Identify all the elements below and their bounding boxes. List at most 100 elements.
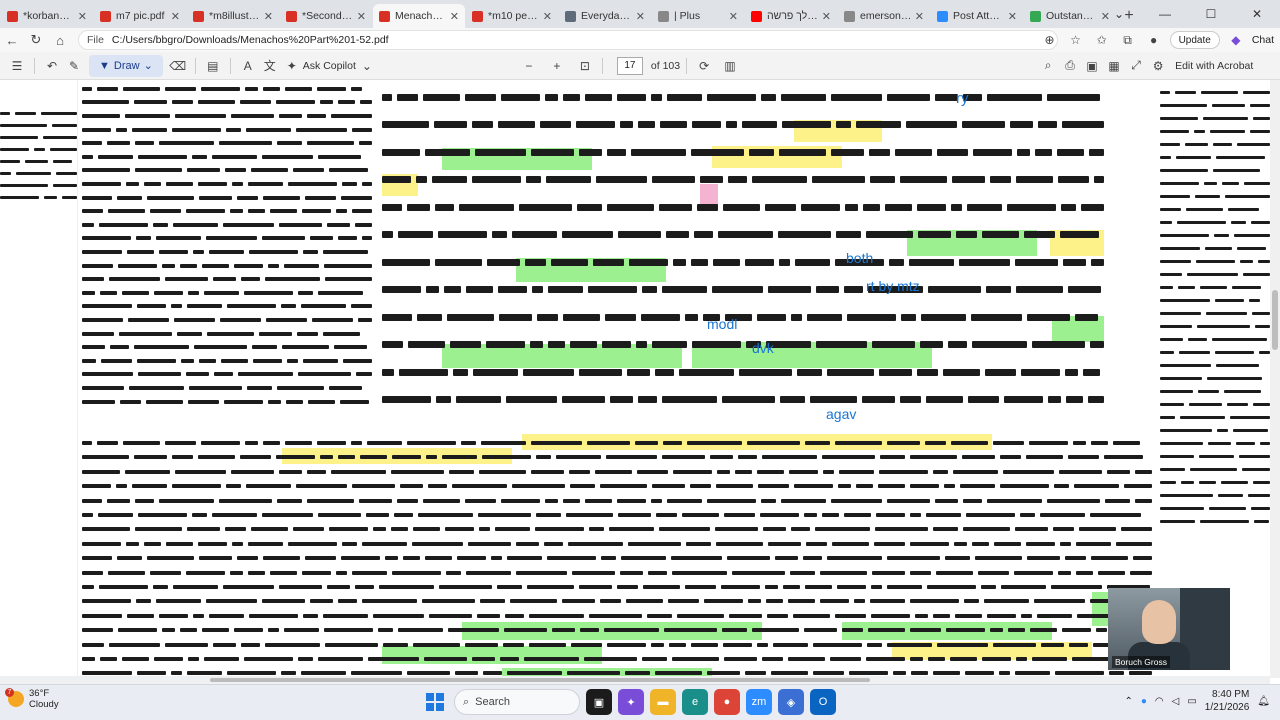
vertical-scrollbar[interactable] [1270,80,1280,678]
close-tab-icon[interactable]: ✕ [78,10,87,23]
browser-tab[interactable]: Menachos Part✕ [373,4,465,28]
close-tab-icon[interactable]: ✕ [450,10,459,23]
task-view-icon[interactable]: ▣ [586,689,612,715]
battery-icon[interactable]: ▭ [1187,696,1196,707]
close-tab-icon[interactable]: ✕ [543,10,552,23]
close-tab-icon[interactable]: ✕ [171,10,180,23]
collections-icon[interactable]: ⧉ [1118,30,1138,50]
update-button[interactable]: Update [1169,31,1220,49]
fit-page-icon[interactable]: ⊡ [574,55,596,77]
chevron-up-icon[interactable]: ⌃ [1124,696,1132,707]
text-icon[interactable]: ▤ [202,55,224,77]
hebrew-word [629,258,668,266]
close-tab-icon[interactable]: ✕ [636,10,645,23]
url-scheme-label: File [87,34,104,46]
translate-icon[interactable]: 文 [259,55,281,77]
outlook-icon[interactable]: O [810,689,836,715]
hebrew-word [324,263,372,268]
hebrew-word [667,498,702,503]
clock[interactable]: 8:40 PM 1/21/2026 [1205,688,1250,714]
browser-tab[interactable]: emersonpm.m✕ [838,4,930,28]
hebrew-word [301,671,346,676]
notifications-icon[interactable]: 🔔︎ [1257,696,1270,707]
start-icon[interactable] [422,689,448,715]
zoom-out-button[interactable]: − [518,55,540,77]
close-tab-icon[interactable]: ✕ [822,10,831,23]
browser-tab[interactable]: *Second Temp✕ [280,4,372,28]
browser-tab[interactable]: Post Attendee✕ [931,4,1023,28]
url-field[interactable]: File C:/Users/bbgro/Downloads/Menachos%2… [78,30,1058,50]
browser-tab[interactable]: | Plus ✕ [652,4,744,28]
horizontal-scrollbar[interactable] [0,676,1270,684]
zoom-tray-icon[interactable]: ● [1141,696,1147,707]
copilot-icon[interactable]: ✦ [281,55,303,77]
hebrew-word [567,671,620,676]
weather-widget[interactable]: 7 36°F Cloudy [5,688,59,710]
fullscreen-icon[interactable]: ⤢ [1125,55,1147,77]
hebrew-word [1250,103,1270,107]
scrollbar-thumb[interactable] [210,678,870,682]
browser-tab[interactable]: *m8illustrati ✕ [187,4,279,28]
edge-browser-icon[interactable]: e [682,689,708,715]
close-tab-icon[interactable]: ✕ [1008,10,1017,23]
wifi-icon[interactable]: ◠ [1155,696,1164,707]
close-tab-icon[interactable]: ✕ [915,10,924,23]
video-call-thumbnail[interactable]: Boruch Gross [1108,588,1230,670]
copilot-app-icon[interactable]: ✦ [618,689,644,715]
close-tab-icon[interactable]: ✕ [729,10,738,23]
maximize-button[interactable]: ☐ [1188,0,1234,28]
save-as-icon[interactable]: ▦ [1103,55,1125,77]
settings-icon[interactable]: ⚙ [1147,55,1169,77]
scrollbar-thumb[interactable] [1272,290,1278,350]
edit-with-acrobat-button[interactable]: Edit with Acrobat [1175,60,1253,72]
chrome-icon[interactable]: ● [714,689,740,715]
speaker-icon[interactable]: ◁ [1172,696,1180,707]
home-icon[interactable]: ⌂ [48,28,72,52]
star-icon[interactable]: ☆ [1066,30,1086,50]
hebrew-word [951,441,988,446]
window-controls: ⌄ — ☐ ✕ [1096,0,1280,28]
hebrew-word [399,368,448,376]
undo-icon[interactable]: ↶ [41,55,63,77]
hebrew-word [461,441,476,446]
zoom-app-icon[interactable]: zm [746,689,772,715]
browser-tab[interactable]: *m10 pesukim✕ [466,4,558,28]
hebrew-word [276,455,315,460]
browser-tab[interactable]: Everyday Medi✕ [559,4,651,28]
tab-search-icon[interactable]: ⌄ [1096,0,1142,28]
browser-tab[interactable]: הלוך ילך פרשה✕ [745,4,837,28]
contents-icon[interactable]: ☰ [6,55,28,77]
close-window-button[interactable]: ✕ [1234,0,1280,28]
refresh-icon[interactable]: ↻ [24,28,48,52]
search-icon[interactable]: ⌕ [1037,55,1059,77]
zoom-icon[interactable]: ⊕ [1040,30,1060,50]
page-number-input[interactable]: 17 [616,56,643,75]
minimize-button[interactable]: — [1142,0,1188,28]
browser-tab[interactable]: m7 pic.pdf ✕ [94,4,186,28]
photos-icon[interactable]: ◈ [778,689,804,715]
ask-copilot-button[interactable]: Ask Copilot [303,60,356,72]
close-tab-icon[interactable]: ✕ [357,10,366,23]
copilot-icon[interactable]: ◆ [1226,30,1246,50]
back-icon[interactable]: ← [0,28,24,52]
hebrew-word [871,585,882,590]
draw-button[interactable]: ▼ Draw ⌄ [89,54,163,77]
browser-tab[interactable]: *korban_minch✕ [1,4,93,28]
read-aloud-icon[interactable]: A [237,55,259,77]
chevron-down-icon[interactable]: ⌄ [356,55,378,77]
hebrew-word [41,112,77,116]
page-view-icon[interactable]: ▥ [719,55,741,77]
file-explorer-icon[interactable]: ▬ [650,689,676,715]
save-icon[interactable]: ▣ [1081,55,1103,77]
rotate-icon[interactable]: ⟳ [693,55,715,77]
favorites-icon[interactable]: ✩ [1092,30,1112,50]
close-tab-icon[interactable]: ✕ [264,10,273,23]
chat-button[interactable]: Chat [1252,34,1274,46]
hebrew-word [0,184,48,188]
profile-avatar[interactable]: ● [1144,30,1164,50]
highlight-icon[interactable]: ✎ [63,55,85,77]
zoom-in-button[interactable]: + [546,55,568,77]
print-icon[interactable]: ⎙ [1059,55,1081,77]
taskbar-search[interactable]: ⌕ Search [454,689,580,715]
eraser-icon[interactable]: ⌫ [167,55,189,77]
